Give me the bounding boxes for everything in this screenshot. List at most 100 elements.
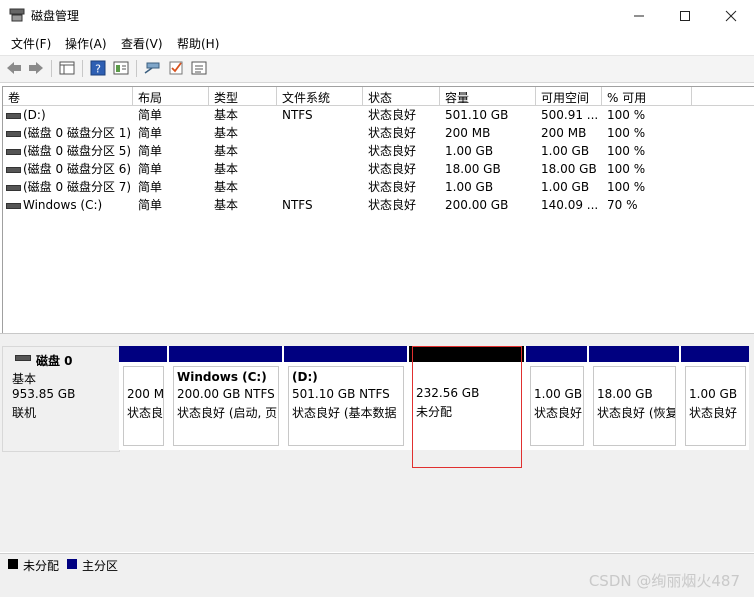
show-hide-console-tree-button[interactable]: [57, 59, 77, 77]
cell-pct: 100 %: [607, 180, 646, 194]
partition-block[interactable]: 200 MB 状态良好: [119, 346, 167, 450]
partition-block[interactable]: 18.00 GB 状态良好 (恢复: [589, 346, 679, 450]
toolbar-separator: [136, 60, 137, 77]
table-row[interactable]: (磁盘 0 磁盘分区 5) 简单 基本 状态良好 1.00 GB 1.00 GB 100 %: [3, 142, 754, 160]
forward-arrow-icon: [29, 62, 43, 74]
cell-capacity: 1.00 GB: [445, 180, 494, 194]
cell-pct: 70 %: [607, 198, 638, 212]
watermark: CSDN @绚丽烟火487: [588, 572, 740, 590]
back-button[interactable]: [4, 59, 24, 77]
cell-pct: 100 %: [607, 126, 646, 140]
check-button[interactable]: [166, 59, 186, 77]
cell-status: 状态良好: [368, 108, 417, 122]
partition-type-bar: [169, 346, 282, 362]
column-header-percent-free[interactable]: % 可用: [602, 87, 692, 106]
disk-0-label[interactable]: 磁盘 0 基本 953.85 GB 联机: [2, 346, 120, 452]
cell-capacity: 200.00 GB: [445, 198, 509, 212]
properties-icon: [113, 61, 129, 75]
column-header-free-space[interactable]: 可用空间: [536, 87, 602, 106]
table-row[interactable]: (D:) 简单 基本 NTFS 状态良好 501.10 GB 500.91 ... 100 %: [3, 106, 754, 124]
toolbar-separator: [51, 60, 52, 77]
cell-layout: 简单: [138, 198, 163, 212]
disk-name: 磁盘 0: [36, 354, 73, 368]
cell-status: 状态良好: [368, 162, 417, 176]
legend-primary-swatch: [67, 559, 77, 569]
volume-list: 卷 布局 类型 文件系统 状态 容量 可用空间 % 可用 (D:) 简单 基本 NTF…: [2, 86, 754, 334]
disk-state: 联机: [12, 406, 37, 420]
cell-status: 状态良好: [368, 180, 417, 194]
cell-type: 基本: [214, 126, 239, 140]
partition-type-bar: [284, 346, 407, 362]
disk-connect-icon: [144, 62, 160, 74]
cell-name: (D:): [23, 108, 46, 122]
column-header-filesystem[interactable]: 文件系统: [277, 87, 363, 106]
partition-info: 1.00 GB 状态良好: [530, 366, 584, 446]
cell-free: 140.09 ...: [541, 198, 599, 212]
cell-layout: 简单: [138, 162, 163, 176]
partition-info: 18.00 GB 状态良好 (恢复: [593, 366, 676, 446]
minimize-button[interactable]: [616, 0, 662, 31]
volume-icon: [6, 167, 21, 173]
connect-disk-button[interactable]: [142, 59, 162, 77]
close-button[interactable]: [708, 0, 754, 31]
volume-icon: [6, 185, 21, 191]
cell-type: 基本: [214, 108, 239, 122]
forward-button[interactable]: [26, 59, 46, 77]
cell-name: (磁盘 0 磁盘分区 5): [23, 144, 131, 158]
cell-layout: 简单: [138, 144, 163, 158]
volume-icon: [6, 149, 21, 155]
cell-type: 基本: [214, 162, 239, 176]
partition-status: 状态良好 (恢复: [597, 406, 676, 420]
table-row[interactable]: (磁盘 0 磁盘分区 1) 简单 基本 状态良好 200 MB 200 MB 100 %: [3, 124, 754, 142]
help-button[interactable]: ?: [88, 59, 108, 77]
cell-status: 状态良好: [368, 198, 417, 212]
column-header-status[interactable]: 状态: [363, 87, 440, 106]
help-icon: ?: [90, 60, 106, 76]
menu-file[interactable]: 文件(F): [11, 35, 51, 52]
cell-type: 基本: [214, 180, 239, 194]
unallocated-highlight-annotation: [412, 346, 522, 468]
cell-fs: NTFS: [282, 108, 313, 122]
table-row[interactable]: (磁盘 0 磁盘分区 7) 简单 基本 状态良好 1.00 GB 1.00 GB 100 %: [3, 178, 754, 196]
partition-block[interactable]: 1.00 GB 状态良好: [526, 346, 587, 450]
partition-block[interactable]: Windows (C:) 200.00 GB NTFS 状态良好 (启动, 页: [169, 346, 282, 450]
column-header-capacity[interactable]: 容量: [440, 87, 536, 106]
cell-capacity: 1.00 GB: [445, 144, 494, 158]
partition-size: 200 MB: [127, 387, 164, 401]
maximize-icon: [680, 10, 690, 21]
partition-info: 1.00 GB 状态良好: [685, 366, 746, 446]
maximize-button[interactable]: [662, 0, 708, 31]
cell-name: (磁盘 0 磁盘分区 1): [23, 126, 131, 140]
cell-name: (磁盘 0 磁盘分区 7): [23, 180, 131, 194]
cell-status: 状态良好: [368, 126, 417, 140]
toolbar: ?: [0, 55, 754, 83]
column-header-type[interactable]: 类型: [209, 87, 277, 106]
cell-name: (磁盘 0 磁盘分区 6): [23, 162, 131, 176]
disk-size: 953.85 GB: [12, 387, 76, 401]
column-header-filler: [692, 87, 754, 106]
table-row[interactable]: Windows (C:) 简单 基本 NTFS 状态良好 200.00 GB 140.09 …: [3, 196, 754, 214]
column-header-layout[interactable]: 布局: [133, 87, 209, 106]
partition-size: 18.00 GB: [597, 387, 653, 401]
cell-fs: [282, 142, 362, 160]
cell-free: 18.00 GB: [541, 162, 597, 176]
title-bar: 磁盘管理: [0, 0, 754, 31]
minimize-icon: [634, 15, 644, 16]
partition-block[interactable]: (D:) 501.10 GB NTFS 状态良好 (基本数据: [284, 346, 407, 450]
settings-list-button[interactable]: [189, 59, 209, 77]
cell-pct: 100 %: [607, 162, 646, 176]
column-header-volume[interactable]: 卷: [3, 87, 133, 106]
table-row[interactable]: (磁盘 0 磁盘分区 6) 简单 基本 状态良好 18.00 GB 18.00 GB 100…: [3, 160, 754, 178]
properties-button[interactable]: [111, 59, 131, 77]
cell-free: 200 MB: [541, 126, 587, 140]
menu-action[interactable]: 操作(A): [65, 35, 107, 52]
menu-help[interactable]: 帮助(H): [177, 35, 219, 52]
partition-block[interactable]: 1.00 GB 状态良好: [681, 346, 749, 450]
cell-name: Windows (C:): [23, 198, 103, 212]
window-title: 磁盘管理: [31, 9, 80, 23]
cell-fs: NTFS: [282, 198, 313, 212]
partition-type-bar: [681, 346, 749, 362]
menu-view[interactable]: 查看(V): [121, 35, 163, 52]
graph-empty-area: [0, 452, 754, 552]
partition-info: (D:) 501.10 GB NTFS 状态良好 (基本数据: [288, 366, 404, 446]
